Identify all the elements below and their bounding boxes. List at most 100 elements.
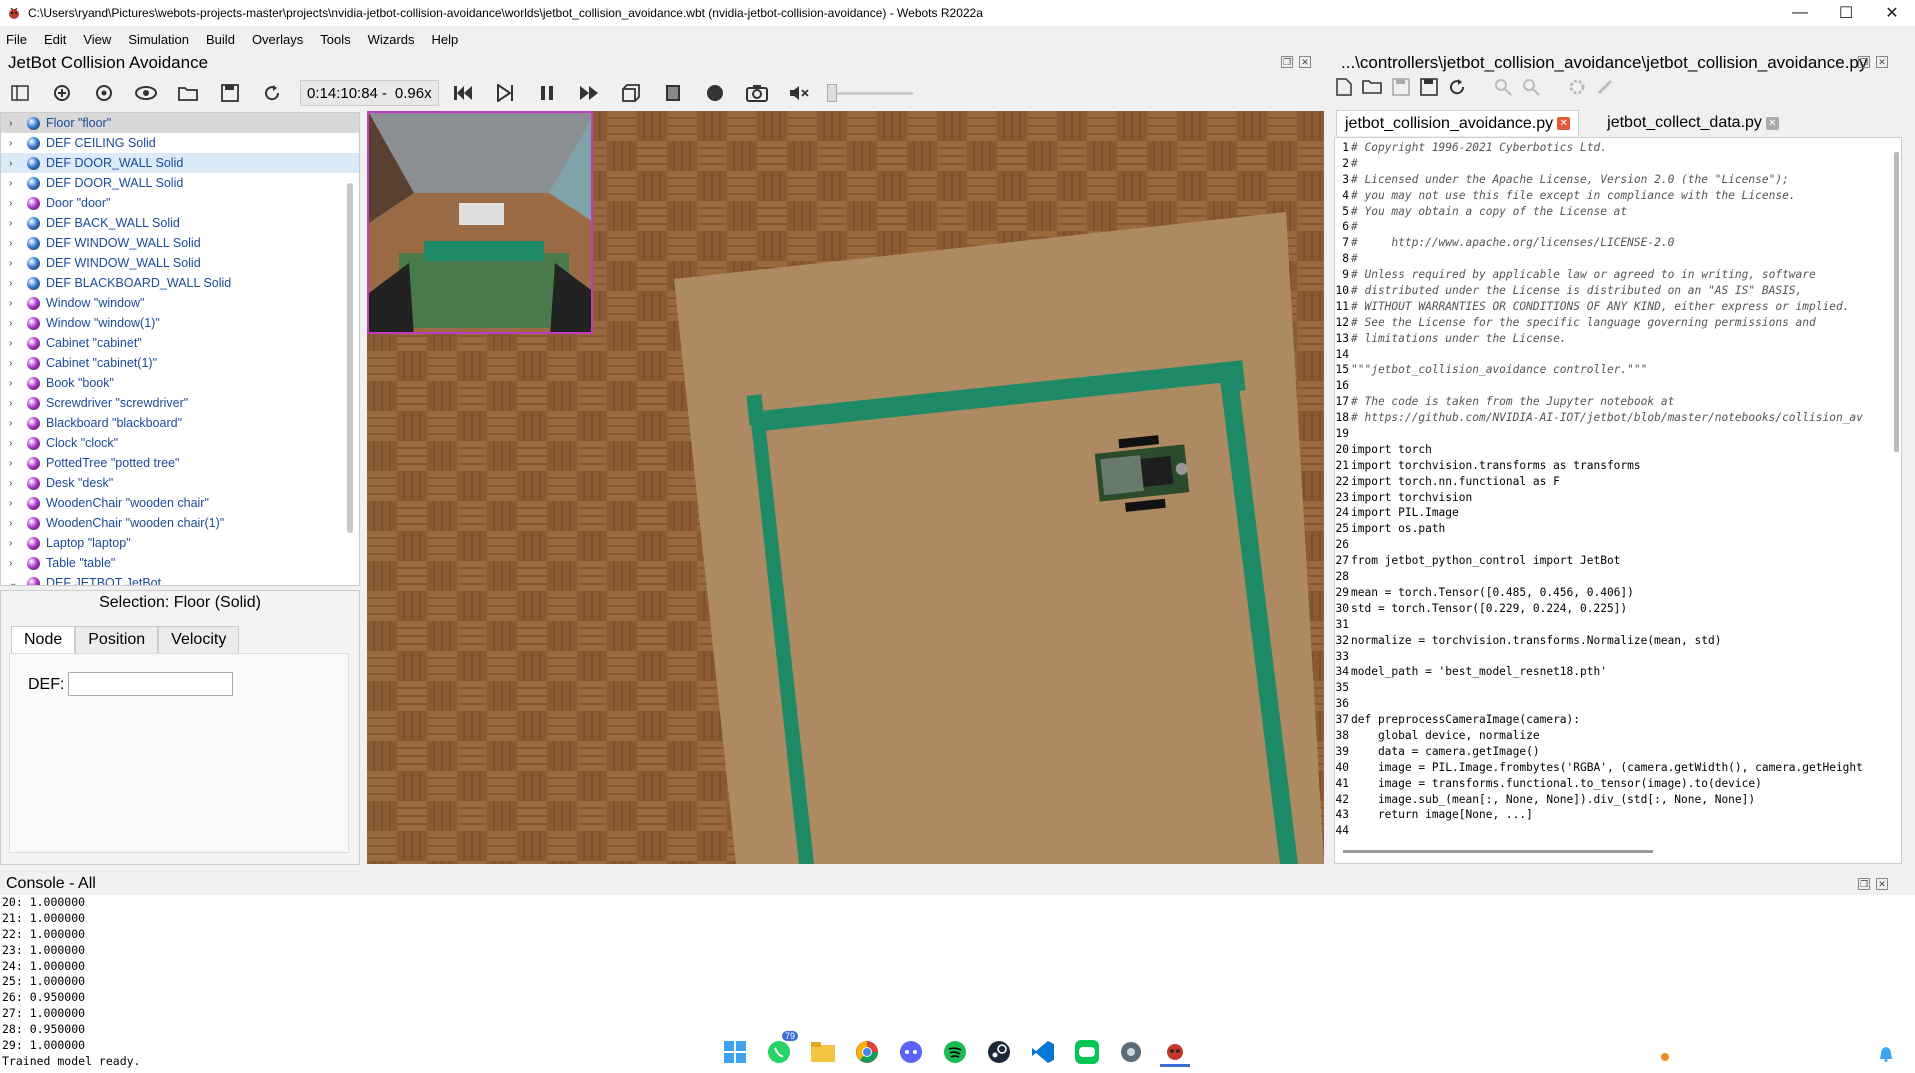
open-file-icon[interactable] xyxy=(1362,78,1382,101)
def-name-input[interactable] xyxy=(68,672,233,696)
code-editor[interactable]: 1 # Copyright 1996-2021 Cyberbotics Ltd. 2… xyxy=(1334,137,1902,864)
save-all-icon[interactable] xyxy=(1420,78,1438,101)
chevron-right-icon[interactable]: › xyxy=(9,558,23,569)
scene-tree-item[interactable]: › Screwdriver "screwdriver" xyxy=(1,393,359,413)
build-gear-icon[interactable] xyxy=(1568,78,1586,101)
settings-icon[interactable] xyxy=(1116,1037,1146,1067)
scene-tree-item[interactable]: › Clock "clock" xyxy=(1,433,359,453)
tab-position[interactable]: Position xyxy=(75,626,159,653)
chevron-right-icon[interactable]: › xyxy=(9,318,23,329)
chevron-right-icon[interactable]: › xyxy=(9,398,23,409)
find-icon[interactable] xyxy=(1494,78,1512,101)
robot-camera-overlay[interactable] xyxy=(367,111,593,334)
scene-tree-item[interactable]: › Floor "floor" xyxy=(1,113,359,133)
hide-scene-tree-icon[interactable] xyxy=(6,79,34,107)
chevron-right-icon[interactable]: › xyxy=(9,378,23,389)
notification-bell-icon[interactable] xyxy=(1879,1046,1893,1067)
undock-icon[interactable]: ❐ xyxy=(1281,56,1293,68)
editor-tab-collision-avoidance[interactable]: jetbot_collision_avoidance.py ✕ xyxy=(1336,110,1580,136)
undock-icon[interactable]: ❐ xyxy=(1858,878,1870,890)
editor-tab-collect-data[interactable]: jetbot_collect_data.py ✕ xyxy=(1599,110,1787,136)
scene-tree-item[interactable]: › WoodenChair "wooden chair" xyxy=(1,493,359,513)
chevron-right-icon[interactable]: › xyxy=(9,138,23,149)
minimize-button[interactable]: — xyxy=(1777,4,1823,22)
open-world-icon[interactable] xyxy=(174,79,202,107)
scene-tree-item[interactable]: › DEF WINDOW_WALL Solid xyxy=(1,233,359,253)
chevron-right-icon[interactable]: › xyxy=(9,238,23,249)
tab-close-icon[interactable]: ✕ xyxy=(1765,116,1779,130)
scene-tree-item[interactable]: › Desk "desk" xyxy=(1,473,359,493)
record-movie-icon[interactable] xyxy=(659,79,687,107)
editor-vertical-scrollbar[interactable] xyxy=(1894,152,1899,452)
scene-tree-item[interactable]: › PottedTree "potted tree" xyxy=(1,453,359,473)
vscode-icon[interactable] xyxy=(1028,1037,1058,1067)
chevron-right-icon[interactable]: › xyxy=(9,298,23,309)
scene-tree-item[interactable]: › Laptop "laptop" xyxy=(1,533,359,553)
scene-tree-item[interactable]: › DEF DOOR_WALL Solid xyxy=(1,153,359,173)
chevron-right-icon[interactable]: › xyxy=(9,258,23,269)
scene-tree-item[interactable]: › DEF DOOR_WALL Solid xyxy=(1,173,359,193)
scene-tree-item[interactable]: › Table "table" xyxy=(1,553,359,573)
scene-tree-item[interactable]: › Blackboard "blackboard" xyxy=(1,413,359,433)
replace-icon[interactable] xyxy=(1522,78,1540,101)
menu-overlays[interactable]: Overlays xyxy=(252,32,303,47)
scene-tree-item[interactable]: › Book "book" xyxy=(1,373,359,393)
spotify-icon[interactable] xyxy=(940,1037,970,1067)
chevron-right-icon[interactable]: › xyxy=(9,498,23,509)
scene-tree-item[interactable]: › DEF WINDOW_WALL Solid xyxy=(1,253,359,273)
reload-world-icon[interactable] xyxy=(258,79,286,107)
new-file-icon[interactable] xyxy=(1336,78,1352,101)
scene-tree-item[interactable]: › WoodenChair "wooden chair(1)" xyxy=(1,513,359,533)
maximize-button[interactable]: ☐ xyxy=(1823,3,1869,23)
scene-tree-item[interactable]: › DEF BACK_WALL Solid xyxy=(1,213,359,233)
menu-tools[interactable]: Tools xyxy=(320,32,350,47)
close-button[interactable]: ✕ xyxy=(1869,3,1915,23)
chevron-right-icon[interactable]: › xyxy=(9,438,23,449)
chevron-right-icon[interactable]: › xyxy=(9,358,23,369)
fast-forward-icon[interactable] xyxy=(575,79,603,107)
rendering-icon[interactable] xyxy=(617,79,645,107)
chevron-right-icon[interactable]: › xyxy=(9,218,23,229)
pause-icon[interactable] xyxy=(533,79,561,107)
menu-build[interactable]: Build xyxy=(206,32,235,47)
webots-icon[interactable] xyxy=(1160,1037,1190,1067)
chevron-right-icon[interactable]: › xyxy=(9,118,23,129)
tab-close-icon[interactable]: ✕ xyxy=(1557,117,1571,130)
reset-simulation-icon[interactable] xyxy=(449,79,477,107)
save-file-icon[interactable] xyxy=(1392,78,1410,101)
menu-wizards[interactable]: Wizards xyxy=(368,32,415,47)
menu-edit[interactable]: Edit xyxy=(44,32,66,47)
windows-start-icon[interactable] xyxy=(720,1037,750,1067)
tab-node[interactable]: Node xyxy=(11,626,76,653)
chevron-down-icon[interactable]: ⌄ xyxy=(9,578,23,586)
tab-velocity[interactable]: Velocity xyxy=(158,626,240,653)
steam-icon[interactable] xyxy=(984,1037,1014,1067)
revert-file-icon[interactable] xyxy=(1448,78,1466,101)
chevron-right-icon[interactable]: › xyxy=(9,478,23,489)
scene-tree-item[interactable]: › Window "window(1)" xyxy=(1,313,359,333)
whatsapp-icon[interactable]: 79 xyxy=(764,1031,798,1067)
chevron-right-icon[interactable]: › xyxy=(9,178,23,189)
line-icon[interactable] xyxy=(1072,1037,1102,1067)
clean-brush-icon[interactable] xyxy=(1596,78,1614,101)
scene-tree-item[interactable]: › DEF CEILING Solid xyxy=(1,133,359,153)
step-icon[interactable] xyxy=(491,79,519,107)
reset-view-icon[interactable] xyxy=(90,79,118,107)
menu-help[interactable]: Help xyxy=(432,32,459,47)
scene-tree-item[interactable]: ⌄ DEF JETBOT JetBot xyxy=(1,573,359,586)
file-explorer-icon[interactable] xyxy=(808,1037,838,1067)
scene-tree-item[interactable]: › DEF BLACKBOARD_WALL Solid xyxy=(1,273,359,293)
scene-tree-item[interactable]: › Cabinet "cabinet" xyxy=(1,333,359,353)
chevron-right-icon[interactable]: › xyxy=(9,418,23,429)
undock-icon[interactable]: ❐ xyxy=(1858,56,1870,68)
view-eye-icon[interactable] xyxy=(132,79,160,107)
pane-close-icon[interactable]: ✕ xyxy=(1876,878,1888,890)
chevron-right-icon[interactable]: › xyxy=(9,338,23,349)
scene-tree-item[interactable]: › Cabinet "cabinet(1)" xyxy=(1,353,359,373)
chevron-right-icon[interactable]: › xyxy=(9,458,23,469)
screenshot-camera-icon[interactable] xyxy=(743,79,771,107)
chevron-right-icon[interactable]: › xyxy=(9,158,23,169)
editor-horizontal-scrollbar[interactable] xyxy=(1343,850,1653,853)
pane-close-icon[interactable]: ✕ xyxy=(1876,56,1888,68)
menu-simulation[interactable]: Simulation xyxy=(128,32,189,47)
